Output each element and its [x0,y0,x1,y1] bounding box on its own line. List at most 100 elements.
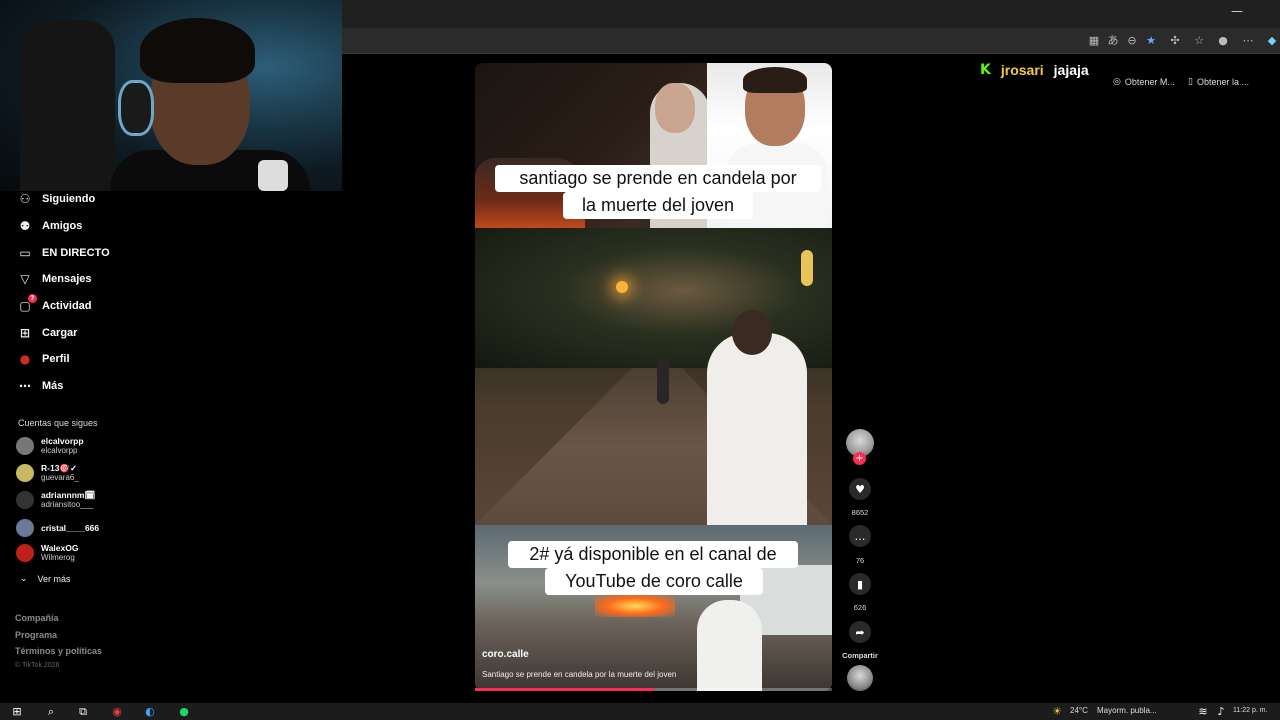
clock[interactable]: 11:22 p. m. [1233,707,1268,714]
sidebar-item-label: Siguiendo [42,193,96,205]
following-account[interactable]: elcalvorpp elcalvorpp [16,436,84,456]
sidebar-item-label: Perfil [42,353,70,365]
follow-plus-icon[interactable]: + [853,452,866,465]
task-view-icon[interactable]: ⧉ [76,705,90,718]
video-street-lamp [616,281,628,293]
get-app-button[interactable]: ◎ Obtener M... [1113,77,1175,87]
network-icon[interactable]: ≋ [1196,705,1210,718]
video-author[interactable]: coro.calle [482,649,529,660]
webcam-hair [140,18,255,83]
like-count: 8652 [851,508,869,517]
sidebar-item-cargar[interactable]: ⊞ Cargar [16,323,78,343]
comment-button[interactable]: … [849,525,871,547]
following-account[interactable]: cristal____666 [16,519,99,537]
footer-link-terms[interactable]: Términos y políticas [15,646,102,656]
sidebar-item-mensajes[interactable]: ▽ Mensajes [16,269,91,289]
video-progress-fill [475,688,654,691]
get-extension-button[interactable]: ▯ Obtener la ... [1188,77,1249,87]
extensions-icon[interactable]: ✣ [1167,33,1183,49]
news-ticker[interactable]: Mayorm. publa... [1097,706,1157,715]
minimize-button[interactable]: — [1231,4,1243,18]
sidebar-item-label: Amigos [42,220,83,232]
star-icon[interactable]: ★ [1143,33,1159,49]
windows-start-icon[interactable]: ⊞ [10,705,24,718]
profile-icon: ● [19,352,31,366]
video-caption-bottom-line1: 2# yá disponible en el canal de [508,541,798,568]
video-person-head [655,83,695,133]
video-fire [595,595,675,617]
profile-icon[interactable]: ● [1215,33,1231,49]
weather-temperature[interactable]: 24°C [1070,706,1088,715]
account-handle: Wilmerog [41,553,75,562]
account-name: elcalvorpp [41,436,84,446]
account-handle: elcalvorpp [41,446,78,455]
more-icon: ⋯ [19,379,31,393]
bookmark-icon: ▮ [856,577,864,591]
chevron-down-icon: ⌄ [20,574,28,584]
video-caption-top-line2: la muerte del joven [563,192,753,219]
video-caption-bottom-line2: YouTube de coro calle [545,568,763,595]
messages-icon: ▽ [20,272,30,286]
video-player[interactable]: santiago se prende en candela por la mue… [475,63,832,691]
sidebar-item-label: EN DIRECTO [42,247,110,259]
save-button[interactable]: ▮ [849,573,871,595]
share-button[interactable]: ➦ [849,621,871,643]
sidebar-item-siguiendo[interactable]: ⚇ Siguiendo [16,189,96,209]
account-name: adriannnm🗓 [41,490,96,500]
account-name: WalexOG [41,543,79,553]
like-button[interactable]: ♥ [849,478,871,500]
video-progress-bar[interactable] [475,688,832,691]
following-account[interactable]: R-13🎯✓ guevara6_ [16,463,79,483]
video-man-head [732,310,772,355]
following-account[interactable]: adriannnm🗓 adriansitoo___ [16,490,95,510]
sidebar-item-amigos[interactable]: ⚉ Amigos [16,216,83,236]
account-handle: adriansitoo___ [41,500,94,509]
see-more-button[interactable]: ⌄ Ver más [20,574,71,584]
live-icon: ▭ [19,246,31,260]
sound-avatar[interactable] [847,665,873,691]
spotify-icon[interactable]: ● [177,705,191,718]
search-icon[interactable]: ⌕ [44,705,58,718]
sidebar-item-label: Actividad [42,300,92,312]
copyright: © TikTok 2026 [15,662,60,669]
sidebar-item-en-directo[interactable]: ▭ EN DIRECTO [16,243,110,263]
video-description: Santiago se prende en candela por la mue… [482,670,677,679]
phone-icon: ▯ [1188,77,1193,87]
obs-icon[interactable]: ◉ [110,705,124,718]
video-frame-middle [475,228,832,525]
edge-icon[interactable]: ◐ [143,705,157,718]
menu-icon[interactable]: ⋯ [1240,33,1256,49]
activity-badge: 7 [28,294,37,303]
volume-icon[interactable]: ♪ [1214,705,1228,718]
following-account[interactable]: WalexOG Wilmerog [16,543,78,563]
sidebar-item-actividad[interactable]: ▢ 7 Actividad [16,294,92,316]
chat-text: jajaja [1053,62,1089,78]
translate-icon[interactable]: あ [1105,33,1121,49]
favorites-icon[interactable]: ☆ [1191,33,1207,49]
video-man [707,333,807,525]
kick-badge-icon: K [980,62,991,78]
webcam-overlay [0,0,342,191]
following-section-title: Cuentas que sigues [18,418,98,428]
account-handle: guevara6_ [41,473,79,482]
avatar [16,491,34,509]
comment-icon: … [854,529,866,543]
upload-icon: ⊞ [19,326,31,340]
chat-message: K jrosari jajaja [980,62,1089,78]
heart-icon: ♥ [855,482,865,496]
webcam-headset [118,80,154,136]
avatar [16,519,34,537]
video-walker [657,358,669,404]
sidebar-item-mas[interactable]: ⋯ Más [16,376,63,396]
zoom-icon[interactable]: ⊖ [1124,33,1140,49]
save-count: 626 [853,603,867,612]
avatar [16,437,34,455]
footer-link-company[interactable]: Compañía [15,613,59,623]
footer-link-program[interactable]: Programa [15,630,57,640]
grid-icon[interactable]: ▦ [1086,33,1102,49]
video-sticker [801,250,813,286]
person-follow-icon: ⚇ [19,192,31,206]
sidebar-item-perfil[interactable]: ● Perfil [16,349,70,369]
copilot-icon[interactable]: ◆ [1264,33,1280,49]
share-icon: ➦ [855,625,865,639]
